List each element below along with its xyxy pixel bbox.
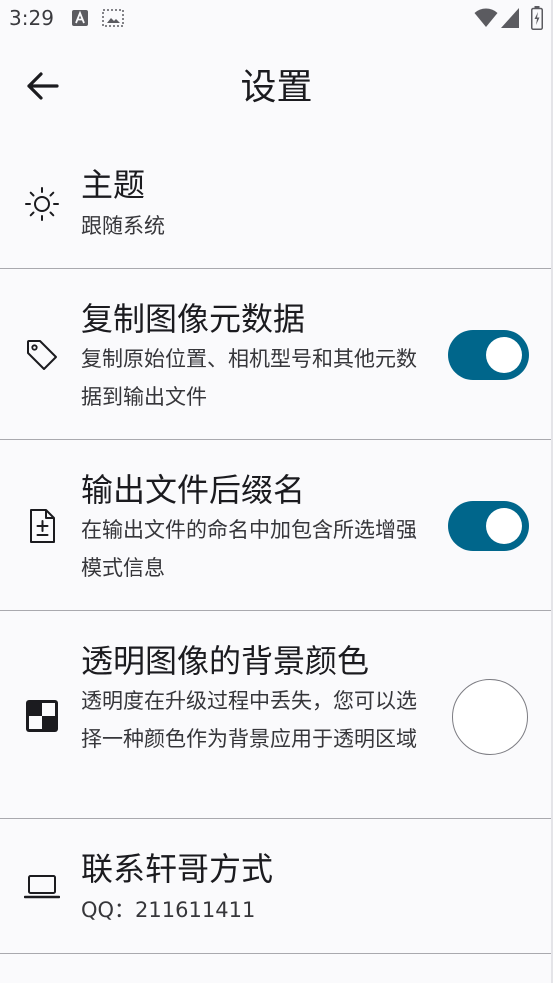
setting-subtitle: 复制原始位置、相机型号和其他元数据到输出文件 — [81, 347, 417, 409]
wifi-icon — [474, 8, 498, 32]
app-bar: 设置 — [0, 38, 553, 130]
file-suffix-toggle[interactable] — [448, 501, 529, 551]
checkerboard-icon — [24, 698, 60, 734]
background-color-swatch[interactable] — [452, 679, 528, 755]
setting-title: 复制图像元数据 — [81, 300, 306, 338]
setting-file-suffix[interactable]: 输出文件后缀名 在输出文件的命名中加包含所选增强模式信息 — [0, 440, 551, 611]
settings-screen: 3:29 设置 主题 跟随系统 复制图像元数据 复制原始位置、相机型号和其他元数… — [0, 0, 553, 983]
setting-background-color[interactable]: 透明图像的背景颜色 透明度在升级过程中丢失，您可以选择一种颜色作为背景应用于透明… — [0, 611, 551, 819]
setting-title: 输出文件后缀名 — [81, 471, 306, 509]
text-a-icon — [72, 10, 88, 30]
copy-metadata-toggle[interactable] — [448, 330, 529, 380]
signal-icon — [501, 8, 519, 32]
laptop-icon — [24, 869, 60, 905]
screenshot-icon — [102, 9, 124, 31]
setting-title: 联系轩哥方式 — [81, 850, 274, 888]
toggle-thumb — [486, 508, 522, 544]
battery-icon — [531, 6, 543, 34]
setting-subtitle: 跟随系统 — [81, 214, 165, 238]
file-diff-icon — [24, 508, 60, 544]
setting-title: 主题 — [81, 166, 146, 204]
setting-copy-metadata[interactable]: 复制图像元数据 复制原始位置、相机型号和其他元数据到输出文件 — [0, 269, 551, 440]
toggle-thumb — [486, 337, 522, 373]
setting-contact[interactable]: 联系轩哥方式 QQ：211611411 — [0, 819, 551, 954]
tag-icon — [24, 337, 60, 373]
setting-title: 透明图像的背景颜色 — [81, 642, 370, 680]
status-time: 3:29 — [9, 6, 54, 30]
sun-icon — [24, 186, 60, 222]
setting-theme[interactable]: 主题 跟随系统 — [0, 152, 551, 269]
setting-subtitle: 透明度在升级过程中丢失，您可以选择一种颜色作为背景应用于透明区域 — [81, 689, 417, 751]
page-title: 设置 — [240, 67, 313, 108]
status-bar: 3:29 — [0, 0, 553, 38]
setting-subtitle: QQ：211611411 — [81, 898, 256, 922]
setting-subtitle: 在输出文件的命名中加包含所选增强模式信息 — [81, 518, 417, 580]
